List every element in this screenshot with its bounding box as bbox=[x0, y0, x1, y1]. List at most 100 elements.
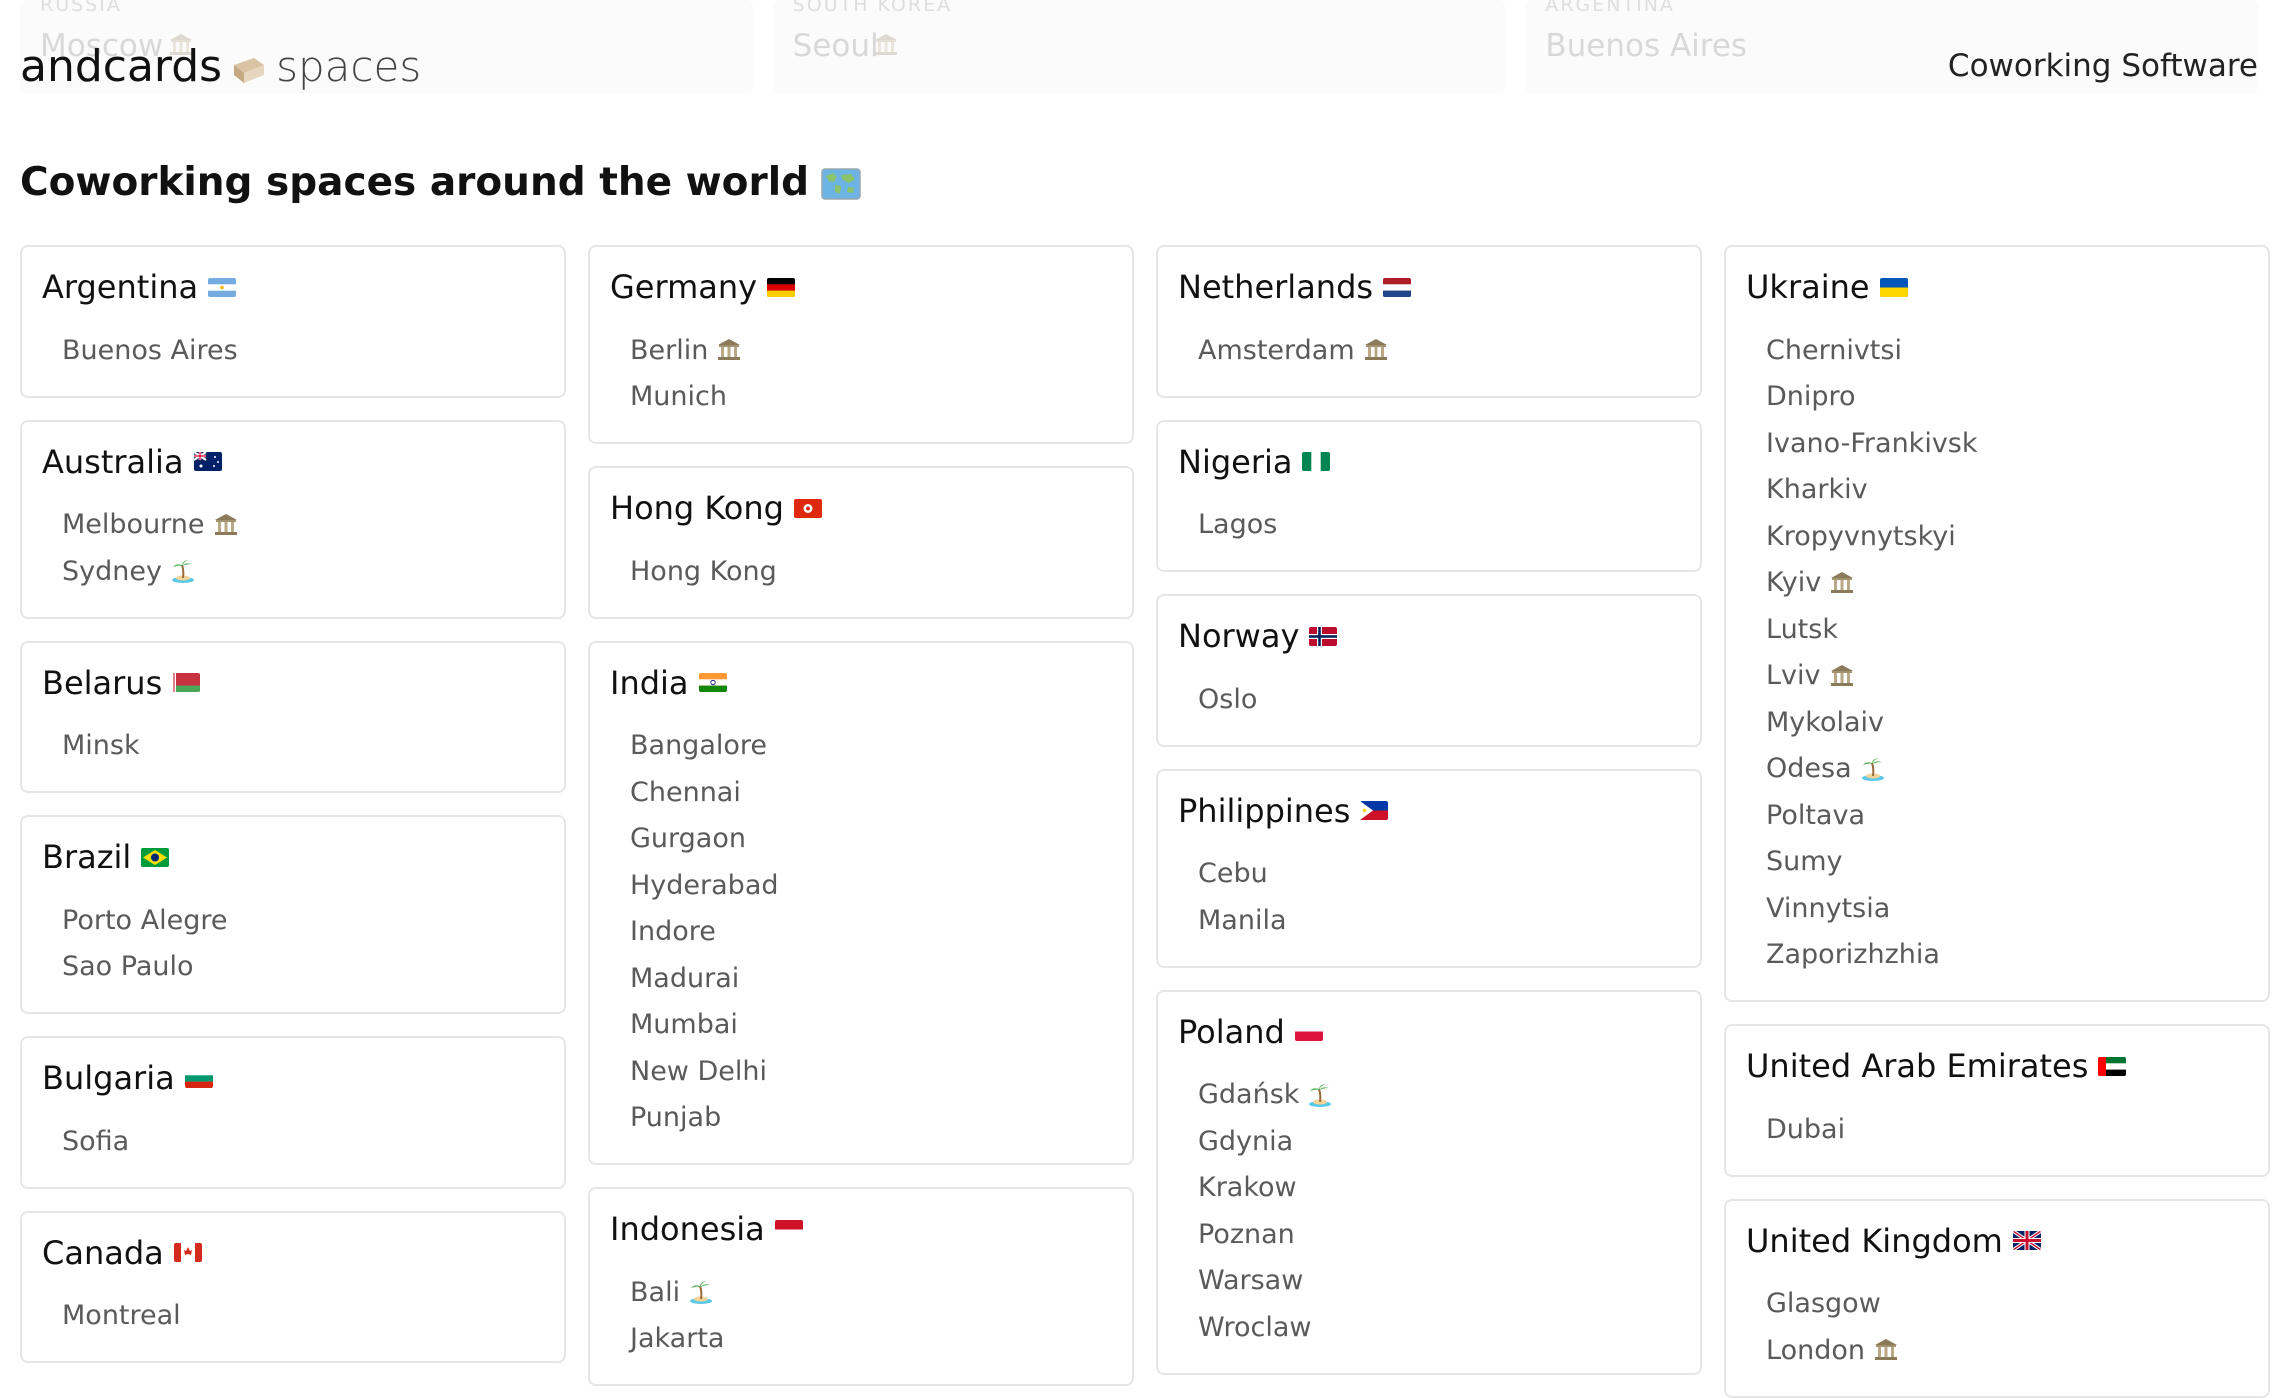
country-name[interactable]: Brazil bbox=[42, 838, 131, 876]
city-link[interactable]: Sao Paulo bbox=[62, 944, 544, 991]
city-name: Jakarta bbox=[630, 1323, 725, 1355]
flag-no-icon bbox=[1309, 626, 1338, 646]
country-name[interactable]: Ukraine bbox=[1746, 268, 1870, 306]
city-link[interactable]: Indore bbox=[630, 909, 1112, 956]
city-link[interactable]: Hyderabad bbox=[630, 862, 1112, 909]
country-name[interactable]: Netherlands bbox=[1178, 268, 1373, 306]
country-name[interactable]: Poland bbox=[1178, 1013, 1285, 1051]
flag-au-icon bbox=[193, 452, 222, 471]
city-link[interactable]: Chennai bbox=[630, 769, 1112, 816]
city-link[interactable]: Amsterdam bbox=[1198, 327, 1680, 374]
city-link[interactable]: Glasgow bbox=[1766, 1281, 2248, 1328]
city-list: Sofia bbox=[42, 1118, 544, 1165]
city-link[interactable]: Bangalore bbox=[630, 723, 1112, 770]
city-name: Kharkiv bbox=[1766, 474, 1868, 506]
country-name[interactable]: Germany bbox=[610, 268, 757, 306]
city-link[interactable]: Munich bbox=[630, 374, 1112, 421]
city-name: Mykolaiv bbox=[1766, 706, 1884, 738]
city-link[interactable]: Buenos Aires bbox=[62, 327, 544, 374]
classical-building-icon bbox=[1829, 570, 1855, 596]
coworking-software-link[interactable]: Coworking Software bbox=[1948, 48, 2258, 84]
country-name[interactable]: Belarus bbox=[42, 664, 162, 702]
city-link[interactable]: Sydney bbox=[62, 548, 544, 595]
country-card: Norway Oslo bbox=[1156, 594, 1702, 747]
city-link[interactable]: Gdańsk bbox=[1198, 1072, 1680, 1119]
city-list: Berlin Munich bbox=[610, 327, 1112, 420]
city-name: London bbox=[1766, 1334, 1865, 1366]
country-name[interactable]: India bbox=[610, 664, 689, 702]
city-link[interactable]: Lviv bbox=[1766, 653, 2248, 700]
city-name: Poznan bbox=[1198, 1218, 1295, 1250]
city-link[interactable]: Lutsk bbox=[1766, 606, 2248, 653]
featured-country-label: SOUTH KOREA bbox=[792, 0, 953, 16]
country-name[interactable]: Australia bbox=[42, 443, 184, 481]
city-link[interactable]: Sumy bbox=[1766, 839, 2248, 886]
flag-pl-icon bbox=[1294, 1022, 1323, 1041]
country-name[interactable]: Nigeria bbox=[1178, 443, 1292, 481]
country-card: India Bangalore Chennai Gurgaon Hyderabad Ind… bbox=[588, 640, 1134, 1165]
city-name: Oslo bbox=[1198, 683, 1258, 715]
city-link[interactable]: Punjab bbox=[630, 1095, 1112, 1142]
city-link[interactable]: Kyiv bbox=[1766, 560, 2248, 607]
city-link[interactable]: Madurai bbox=[630, 955, 1112, 1002]
country-name[interactable]: Hong Kong bbox=[610, 489, 784, 527]
country-name[interactable]: Norway bbox=[1178, 617, 1299, 655]
city-link[interactable]: Oslo bbox=[1198, 676, 1680, 723]
country-name[interactable]: Bulgaria bbox=[42, 1059, 175, 1097]
country-name[interactable]: Philippines bbox=[1178, 792, 1350, 830]
city-link[interactable]: Poznan bbox=[1198, 1211, 1680, 1258]
flag-bg-icon bbox=[184, 1068, 213, 1088]
city-link[interactable]: Manila bbox=[1198, 897, 1680, 944]
country-name[interactable]: Canada bbox=[42, 1234, 164, 1272]
city-link[interactable]: Zaporizhzhia bbox=[1766, 932, 2248, 979]
country-card: Canada Montreal bbox=[20, 1210, 566, 1363]
city-link[interactable]: Warsaw bbox=[1198, 1258, 1680, 1305]
city-link[interactable]: Mykolaiv bbox=[1766, 699, 2248, 746]
city-link[interactable]: Bali bbox=[630, 1269, 1112, 1316]
country-card: United Kingdom Glasgow London bbox=[1724, 1198, 2270, 1398]
city-link[interactable]: Hong Kong bbox=[630, 548, 1112, 595]
country-name[interactable]: United Arab Emirates bbox=[1746, 1047, 2088, 1085]
desert-island-icon bbox=[688, 1279, 714, 1305]
city-link[interactable]: Gurgaon bbox=[630, 816, 1112, 863]
city-link[interactable]: New Delhi bbox=[630, 1048, 1112, 1095]
city-link[interactable]: Odesa bbox=[1766, 746, 2248, 793]
city-link[interactable]: Berlin bbox=[630, 327, 1112, 374]
city-link[interactable]: Dnipro bbox=[1766, 374, 2248, 421]
country-card-header: Australia bbox=[42, 442, 544, 482]
desert-island-icon bbox=[1307, 1082, 1333, 1108]
city-name: Lagos bbox=[1198, 509, 1278, 541]
city-link[interactable]: Minsk bbox=[62, 723, 544, 770]
city-link[interactable]: Jakarta bbox=[630, 1316, 1112, 1363]
city-link[interactable]: Gdynia bbox=[1198, 1118, 1680, 1165]
city-link[interactable]: Kharkiv bbox=[1766, 467, 2248, 514]
country-name[interactable]: Argentina bbox=[42, 268, 198, 306]
country-name[interactable]: Indonesia bbox=[610, 1210, 765, 1248]
flag-by-icon bbox=[172, 673, 201, 692]
city-link[interactable]: Melbourne bbox=[62, 502, 544, 549]
site-logo[interactable]: andcards spaces bbox=[20, 41, 421, 92]
city-name: Sofia bbox=[62, 1125, 130, 1157]
city-link[interactable]: Wroclaw bbox=[1198, 1304, 1680, 1351]
city-link[interactable]: Krakow bbox=[1198, 1165, 1680, 1212]
city-link[interactable]: Cebu bbox=[1198, 851, 1680, 898]
city-link[interactable]: Poltava bbox=[1766, 792, 2248, 839]
city-link[interactable]: Vinnytsia bbox=[1766, 885, 2248, 932]
city-link[interactable]: Sofia bbox=[62, 1118, 544, 1165]
city-name: Hong Kong bbox=[630, 555, 777, 587]
city-link[interactable]: Montreal bbox=[62, 1293, 544, 1340]
city-link[interactable]: Chernivtsi bbox=[1766, 327, 2248, 374]
city-link[interactable]: Mumbai bbox=[630, 1002, 1112, 1049]
city-link[interactable]: London bbox=[1766, 1327, 2248, 1374]
city-name: Berlin bbox=[630, 334, 709, 366]
city-link[interactable]: Porto Alegre bbox=[62, 897, 544, 944]
country-name[interactable]: United Kingdom bbox=[1746, 1222, 2003, 1260]
country-card-header: United Kingdom bbox=[1746, 1221, 2248, 1261]
city-link[interactable]: Kropyvnytskyi bbox=[1766, 513, 2248, 560]
country-card: Hong Kong Hong Kong bbox=[588, 466, 1134, 619]
country-card-header: Germany bbox=[610, 267, 1112, 307]
city-link[interactable]: Ivano-Frankivsk bbox=[1766, 420, 2248, 467]
city-name: Buenos Aires bbox=[62, 334, 238, 366]
city-link[interactable]: Lagos bbox=[1198, 502, 1680, 549]
city-link[interactable]: Dubai bbox=[1766, 1106, 2248, 1153]
